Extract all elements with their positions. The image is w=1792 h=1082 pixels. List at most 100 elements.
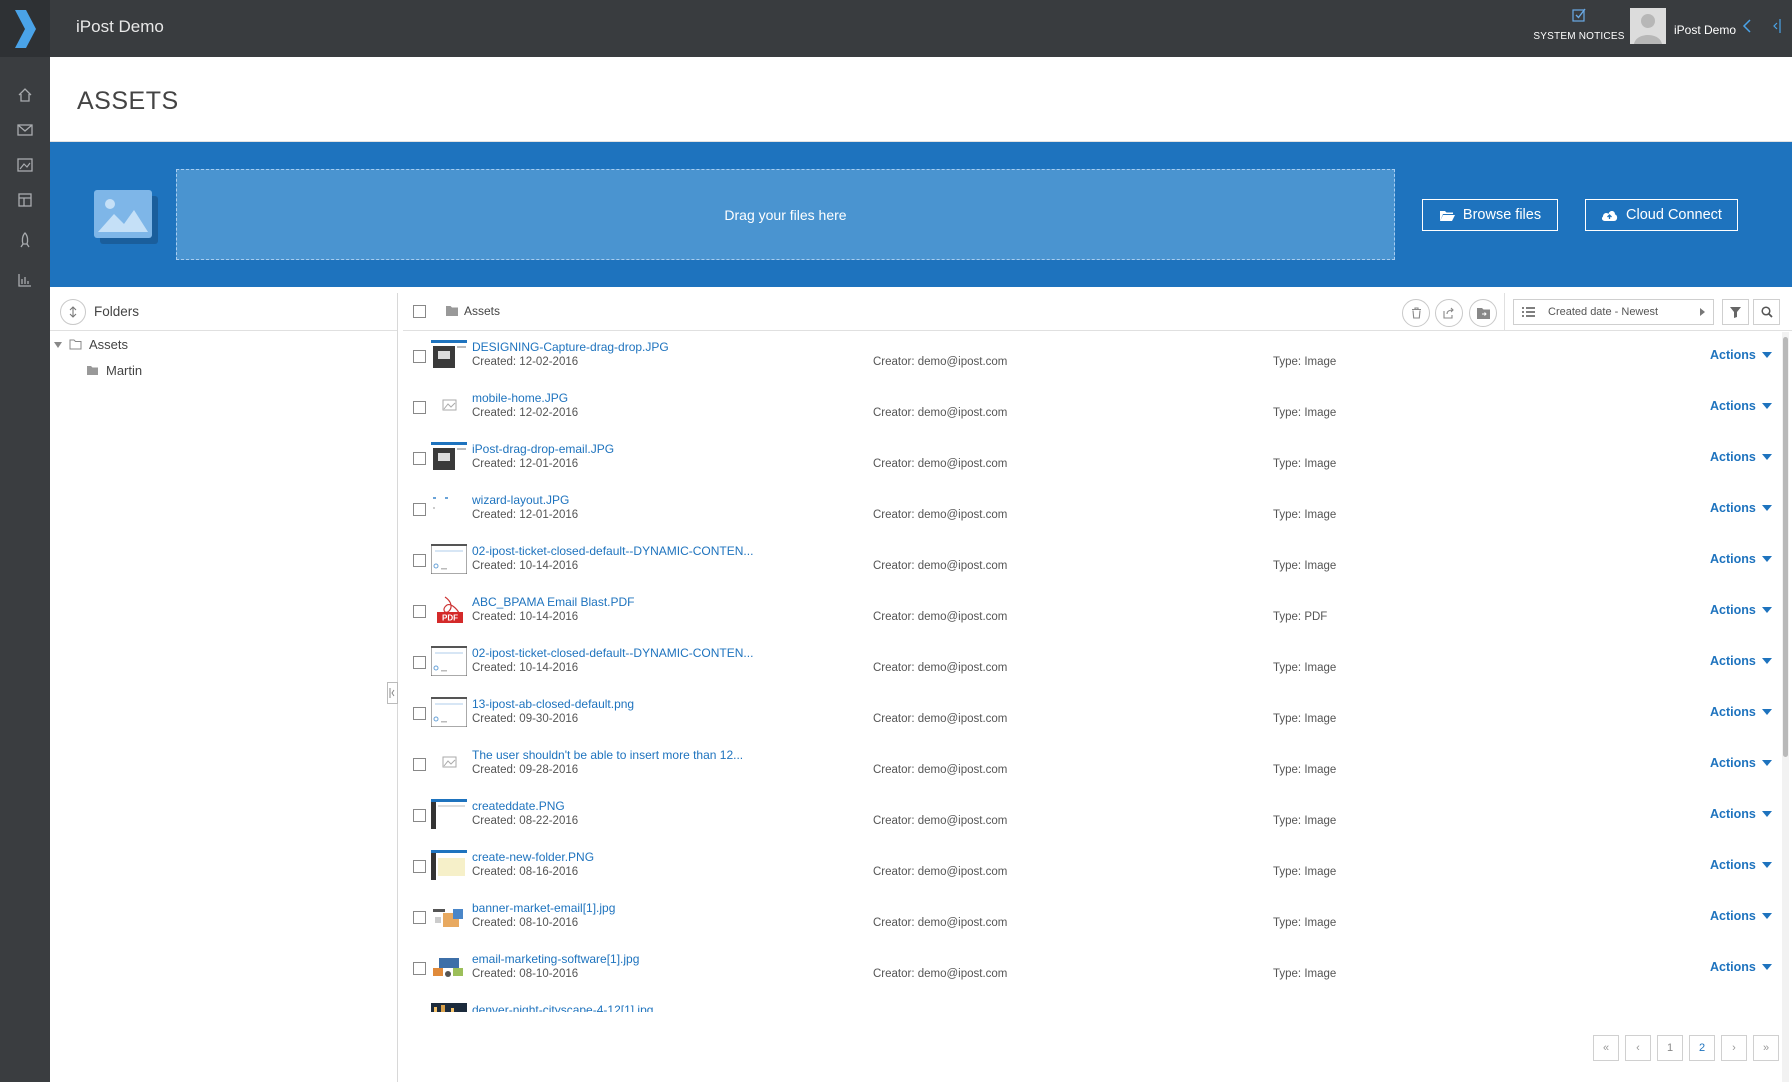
asset-name-link[interactable]: denver-night-cityscape-4-12[1].jpg <box>472 1003 653 1012</box>
folder-assets[interactable]: Assets <box>54 337 128 352</box>
row-checkbox[interactable] <box>413 503 426 516</box>
asset-thumbnail[interactable] <box>431 493 467 527</box>
actions-dropdown[interactable]: Actions <box>1710 552 1772 566</box>
sort-select[interactable]: Created date - Newest <box>1513 299 1714 325</box>
row-checkbox[interactable] <box>413 452 426 465</box>
asset-thumbnail[interactable] <box>431 952 467 986</box>
asset-row[interactable]: 13-ipost-ab-closed-default.png Created: 0… <box>403 689 1783 740</box>
row-checkbox[interactable] <box>413 656 426 669</box>
actions-dropdown[interactable]: Actions <box>1710 858 1772 872</box>
asset-name-link[interactable]: 13-ipost-ab-closed-default.png <box>472 697 634 711</box>
asset-thumbnail[interactable] <box>431 901 467 935</box>
asset-row[interactable]: create-new-folder.PNG Created: 08-16-2016… <box>403 842 1783 893</box>
row-checkbox[interactable] <box>413 809 426 822</box>
asset-row[interactable]: PDF ABC_BPAMA Email Blast.PDF Created: 10-… <box>403 587 1783 638</box>
asset-name-link[interactable]: 02-ipost-ticket-closed-default--DYNAMIC-… <box>472 646 753 660</box>
share-button[interactable] <box>1435 299 1463 327</box>
asset-name-link[interactable]: The user shouldn't be able to insert mor… <box>472 748 743 762</box>
mail-icon[interactable] <box>12 117 38 143</box>
asset-thumbnail[interactable]: PDF <box>431 595 467 629</box>
ipost-logo[interactable] <box>0 0 50 57</box>
actions-dropdown[interactable]: Actions <box>1710 654 1772 668</box>
asset-row[interactable]: banner-market-email[1].jpg Created: 08-10… <box>403 893 1783 944</box>
row-checkbox[interactable] <box>413 554 426 567</box>
asset-thumbnail[interactable] <box>430 543 468 578</box>
row-checkbox[interactable] <box>413 707 426 720</box>
collapse-panel-icon[interactable] <box>1772 18 1782 39</box>
asset-name-link[interactable]: 02-ipost-ticket-closed-default--DYNAMIC-… <box>472 544 753 558</box>
row-checkbox[interactable] <box>413 350 426 363</box>
row-checkbox[interactable] <box>413 605 426 618</box>
cloud-connect-button[interactable]: Cloud Connect <box>1585 199 1738 231</box>
actions-dropdown[interactable]: Actions <box>1710 705 1772 719</box>
reports-icon[interactable] <box>12 267 38 293</box>
layout-icon[interactable] <box>12 187 38 213</box>
asset-row[interactable]: wizard-layout.JPG Created: 12-01-2016 Crea… <box>403 485 1783 536</box>
asset-thumbnail[interactable] <box>431 340 467 374</box>
page-2-button[interactable]: 2 <box>1689 1035 1715 1061</box>
asset-row[interactable]: 02-ipost-ticket-closed-default--DYNAMIC-… <box>403 638 1783 689</box>
system-notices-button[interactable]: SYSTEM NOTICES <box>1524 8 1634 42</box>
asset-name-link[interactable]: ABC_BPAMA Email Blast.PDF <box>472 595 635 609</box>
row-checkbox[interactable] <box>413 401 426 414</box>
asset-thumbnail[interactable] <box>430 645 468 680</box>
row-checkbox[interactable] <box>413 911 426 924</box>
caret-down-icon[interactable] <box>54 341 62 348</box>
scrollbar-thumb[interactable] <box>1783 337 1788 757</box>
prev-page-button[interactable]: ‹ <box>1625 1035 1651 1061</box>
asset-row[interactable]: The user shouldn't be able to insert mor… <box>403 740 1783 791</box>
asset-thumbnail[interactable] <box>431 1003 467 1012</box>
asset-name-link[interactable]: createddate.PNG <box>472 799 565 813</box>
asset-name-link[interactable]: email-marketing-software[1].jpg <box>472 952 639 966</box>
last-page-button[interactable]: » <box>1753 1035 1779 1061</box>
asset-name-link[interactable]: DESIGNING-Capture-drag-drop.JPG <box>472 340 669 354</box>
asset-name-link[interactable]: iPost-drag-drop-email.JPG <box>472 442 614 456</box>
asset-row[interactable]: mobile-home.JPG Created: 12-02-2016 Creato… <box>403 383 1783 434</box>
refresh-folders-icon[interactable] <box>60 298 86 325</box>
asset-thumbnail[interactable] <box>431 850 467 884</box>
asset-thumbnail[interactable] <box>431 799 467 833</box>
actions-dropdown[interactable]: Actions <box>1710 960 1772 974</box>
actions-dropdown[interactable]: Actions <box>1710 348 1772 362</box>
page-1-button[interactable]: 1 <box>1657 1035 1683 1061</box>
actions-dropdown[interactable]: Actions <box>1710 501 1772 515</box>
asset-thumbnail[interactable] <box>430 696 468 731</box>
asset-row[interactable]: denver-night-cityscape-4-12[1].jpg Action… <box>403 995 1783 1012</box>
asset-row[interactable]: iPost-drag-drop-email.JPG Created: 12-01-… <box>403 434 1783 485</box>
asset-row[interactable]: email-marketing-software[1].jpg Created: … <box>403 944 1783 995</box>
file-drop-zone[interactable]: Drag your files here <box>176 169 1395 260</box>
row-checkbox[interactable] <box>413 962 426 975</box>
delete-button[interactable] <box>1402 299 1430 327</box>
avatar[interactable] <box>1630 8 1666 44</box>
asset-row[interactable]: createddate.PNG Created: 08-22-2016 Creato… <box>403 791 1783 842</box>
actions-dropdown[interactable]: Actions <box>1710 450 1772 464</box>
filter-button[interactable] <box>1722 299 1749 325</box>
search-button[interactable] <box>1753 299 1780 325</box>
actions-dropdown[interactable]: Actions <box>1710 909 1772 923</box>
asset-name-link[interactable]: wizard-layout.JPG <box>472 493 569 507</box>
asset-row[interactable]: 02-ipost-ticket-closed-default--DYNAMIC-… <box>403 536 1783 587</box>
browse-files-button[interactable]: Browse files <box>1422 199 1558 231</box>
first-page-button[interactable]: « <box>1593 1035 1619 1061</box>
asset-name-link[interactable]: create-new-folder.PNG <box>472 850 594 864</box>
rocket-icon[interactable] <box>12 227 38 253</box>
home-icon[interactable] <box>12 82 38 108</box>
asset-name-link[interactable]: banner-market-email[1].jpg <box>472 901 615 915</box>
asset-row[interactable]: DESIGNING-Capture-drag-drop.JPG Created: … <box>403 332 1783 383</box>
next-page-button[interactable]: › <box>1721 1035 1747 1061</box>
row-checkbox[interactable] <box>413 860 426 873</box>
chevron-left-icon[interactable] <box>1742 18 1752 39</box>
asset-thumbnail[interactable] <box>431 442 467 476</box>
actions-dropdown[interactable]: Actions <box>1710 1011 1772 1012</box>
asset-thumbnail[interactable] <box>431 391 467 425</box>
image-gallery-icon[interactable] <box>12 152 38 178</box>
user-name[interactable]: iPost Demo <box>1674 23 1736 37</box>
folder-martin[interactable]: Martin <box>86 363 142 378</box>
asset-name-link[interactable]: mobile-home.JPG <box>472 391 568 405</box>
select-all-checkbox[interactable] <box>413 305 426 318</box>
move-to-folder-button[interactable] <box>1469 299 1497 327</box>
actions-dropdown[interactable]: Actions <box>1710 807 1772 821</box>
actions-dropdown[interactable]: Actions <box>1710 603 1772 617</box>
asset-thumbnail[interactable] <box>431 748 467 782</box>
row-checkbox[interactable] <box>413 758 426 771</box>
